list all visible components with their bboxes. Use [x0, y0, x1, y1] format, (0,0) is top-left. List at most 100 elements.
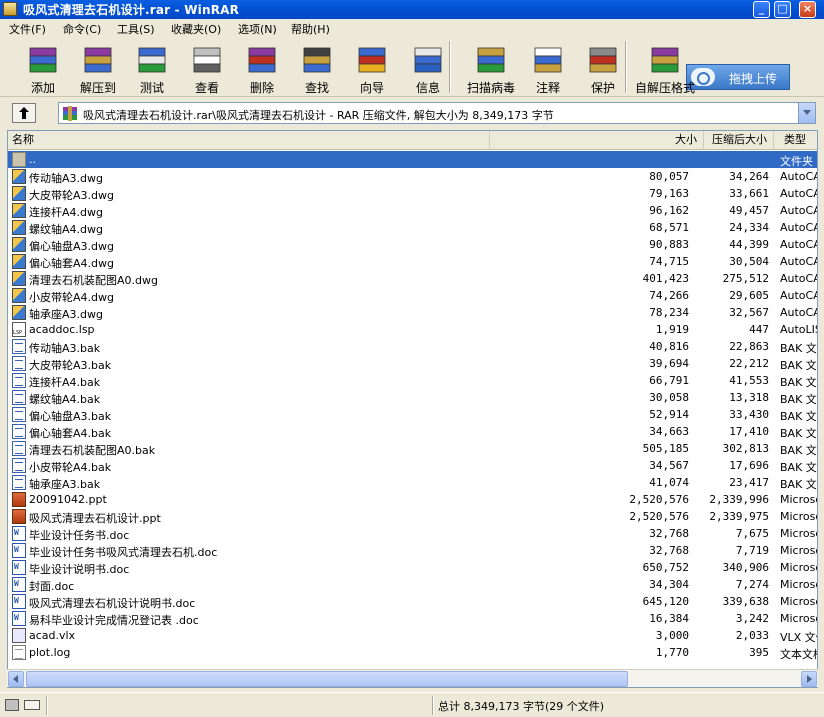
toolbar-button-1[interactable]: 添加 — [18, 39, 68, 95]
menu-item[interactable]: 选项(N) — [238, 21, 277, 37]
toolbar-button-9[interactable]: 扫描病毒 — [466, 39, 516, 95]
title-bar: 吸风式清理去石机设计.rar - WinRAR _ □ × — [0, 0, 824, 19]
file-packed-size: 7,274 — [735, 578, 769, 591]
key-icon[interactable] — [24, 700, 40, 710]
file-row[interactable]: 偏心轴盘A3.bak 52,914 33,430 BAK 文件 — [8, 406, 817, 423]
file-row[interactable]: 连接杆A4.bak 66,791 41,553 BAK 文件 — [8, 372, 817, 389]
column-name[interactable]: 名称 — [8, 131, 490, 150]
file-row[interactable]: 连接杆A4.dwg 96,162 49,457 AutoCAD — [8, 202, 817, 219]
file-row[interactable]: 清理去石机装配图A0.dwg 401,423 275,512 AutoCAD — [8, 270, 817, 287]
file-row[interactable]: 大皮带轮A3.bak 39,694 22,212 BAK 文件 — [8, 355, 817, 372]
window-title: 吸风式清理去石机设计.rar - WinRAR — [23, 3, 240, 17]
file-name: .. — [29, 153, 36, 166]
file-row[interactable]: acaddoc.lsp 1,919 447 AutoLISP — [8, 321, 817, 338]
file-list[interactable]: 名称 大小 压缩后大小 类型 .. 文件夹 传动轴A3.dwg 80,057 34,26… — [7, 130, 818, 688]
file-row[interactable]: 20091042.ppt 2,520,576 2,339,996 Microsoft — [8, 491, 817, 508]
file-packed-size: 22,212 — [729, 357, 769, 370]
file-row[interactable]: acad.vlx 3,000 2,033 VLX 文件 — [8, 627, 817, 644]
file-packed-size: 49,457 — [729, 204, 769, 217]
file-size: 34,567 — [649, 459, 689, 472]
drag-upload-button[interactable]: 拖拽上传 — [686, 64, 790, 90]
file-row[interactable]: 轴承座A3.bak 41,074 23,417 BAK 文件 — [8, 474, 817, 491]
path-dropdown[interactable]: 吸风式清理去石机设计.rar\吸风式清理去石机设计 - RAR 压缩文件, 解包… — [58, 102, 816, 124]
info-icon — [414, 47, 442, 73]
file-name: 连接杆A4.bak — [29, 376, 101, 389]
minimize-button[interactable]: _ — [753, 1, 770, 18]
file-size: 32,768 — [649, 544, 689, 557]
file-row[interactable]: 清理去石机装配图A0.bak 505,185 302,813 BAK 文件 — [8, 440, 817, 457]
scroll-thumb[interactable] — [26, 671, 628, 687]
menu-item[interactable]: 工具(S) — [117, 21, 155, 37]
disk-icon[interactable] — [5, 699, 19, 711]
column-packed-size[interactable]: 压缩后大小 — [704, 131, 774, 150]
menu-item[interactable]: 文件(F) — [9, 21, 46, 37]
toolbar-button-6[interactable]: 查找 — [292, 39, 342, 95]
file-row[interactable]: 螺纹轴A4.bak 30,058 13,318 BAK 文件 — [8, 389, 817, 406]
file-size: 90,883 — [649, 238, 689, 251]
toolbar-button-11[interactable]: 保护 — [578, 39, 628, 95]
file-row[interactable]: plot.log 1,770 395 文本文档 — [8, 644, 817, 661]
dwg-file-icon — [12, 186, 26, 201]
file-size: 80,057 — [649, 170, 689, 183]
file-row[interactable]: 传动轴A3.dwg 80,057 34,264 AutoCAD — [8, 168, 817, 185]
test-icon — [138, 47, 166, 73]
file-packed-size: 340,906 — [722, 561, 769, 574]
file-row[interactable]: 封面.doc 34,304 7,274 Microsoft — [8, 576, 817, 593]
file-type: Microsoft — [780, 578, 817, 591]
file-packed-size: 34,264 — [729, 170, 769, 183]
up-folder-button[interactable] — [12, 103, 36, 123]
toolbar-button-12[interactable]: 自解压格式 — [635, 39, 695, 95]
file-name: plot.log — [29, 646, 71, 659]
file-row[interactable]: 吸风式清理去石机设计说明书.doc 645,120 339,638 Microsoft — [8, 593, 817, 610]
toolbar-button-3[interactable]: 测试 — [127, 39, 177, 95]
file-row[interactable]: .. 文件夹 — [8, 151, 817, 168]
maximize-button[interactable]: □ — [774, 1, 791, 18]
file-packed-size: 275,512 — [722, 272, 769, 285]
doc-file-icon — [12, 543, 26, 558]
scroll-left-button[interactable] — [8, 671, 24, 687]
ppt-file-icon — [12, 492, 26, 507]
log-file-icon — [12, 645, 26, 660]
toolbar-button-7[interactable]: 向导 — [347, 39, 397, 95]
dwg-file-icon — [12, 220, 26, 235]
menu-item[interactable]: 收藏夹(O) — [171, 21, 221, 37]
file-row[interactable]: 偏心轴套A4.dwg 74,715 30,504 AutoCAD — [8, 253, 817, 270]
file-row[interactable]: 小皮带轮A4.dwg 74,266 29,605 AutoCAD — [8, 287, 817, 304]
file-packed-size: 7,675 — [735, 527, 769, 540]
dwg-file-icon — [12, 169, 26, 184]
file-row[interactable]: 大皮带轮A3.dwg 79,163 33,661 AutoCAD — [8, 185, 817, 202]
file-row[interactable]: 轴承座A3.dwg 78,234 32,567 AutoCAD — [8, 304, 817, 321]
folder-file-icon — [12, 152, 26, 167]
file-row[interactable]: 传动轴A3.bak 40,816 22,863 BAK 文件 — [8, 338, 817, 355]
menu-item[interactable]: 命令(C) — [63, 21, 101, 37]
toolbar-button-8[interactable]: 信息 — [403, 39, 453, 95]
dropdown-arrow-icon[interactable] — [798, 103, 815, 123]
file-type: Microsoft — [780, 612, 817, 625]
close-button[interactable]: × — [799, 1, 816, 18]
file-row[interactable]: 偏心轴套A4.bak 34,663 17,410 BAK 文件 — [8, 423, 817, 440]
file-packed-size: 447 — [749, 323, 769, 336]
file-row[interactable]: 小皮带轮A4.bak 34,567 17,696 BAK 文件 — [8, 457, 817, 474]
scroll-right-button[interactable] — [801, 671, 817, 687]
file-row[interactable]: 毕业设计任务书.doc 32,768 7,675 Microsoft — [8, 525, 817, 542]
menu-item[interactable]: 帮助(H) — [291, 21, 330, 37]
toolbar-button-2[interactable]: 解压到 — [73, 39, 123, 95]
file-size: 1,770 — [655, 646, 689, 659]
winrar-app-icon[interactable] — [3, 2, 17, 16]
file-row[interactable]: 吸风式清理去石机设计.ppt 2,520,576 2,339,975 Microsof… — [8, 508, 817, 525]
file-row[interactable]: 螺纹轴A4.dwg 68,571 24,334 AutoCAD — [8, 219, 817, 236]
toolbar-button-10[interactable]: 注释 — [523, 39, 573, 95]
toolbar-button-4[interactable]: 查看 — [182, 39, 232, 95]
file-row[interactable]: 毕业设计任务书吸风式清理去石机.doc 32,768 7,719 Microsoft — [8, 542, 817, 559]
column-size[interactable]: 大小 — [490, 131, 704, 150]
file-row[interactable]: 毕业设计说明书.doc 650,752 340,906 Microsoft — [8, 559, 817, 576]
file-row[interactable]: 易科毕业设计完成情况登记表 .doc 16,384 3,242 Microsoft — [8, 610, 817, 627]
file-size: 2,520,576 — [629, 493, 689, 506]
horizontal-scrollbar[interactable] — [7, 669, 818, 687]
delete-icon — [248, 47, 276, 73]
column-type[interactable]: 类型 — [774, 131, 817, 150]
add-icon — [29, 47, 57, 73]
toolbar-button-5[interactable]: 删除 — [237, 39, 287, 95]
file-row[interactable]: 偏心轴盘A3.dwg 90,883 44,399 AutoCAD — [8, 236, 817, 253]
address-bar: 吸风式清理去石机设计.rar\吸风式清理去石机设计 - RAR 压缩文件, 解包… — [0, 99, 824, 127]
